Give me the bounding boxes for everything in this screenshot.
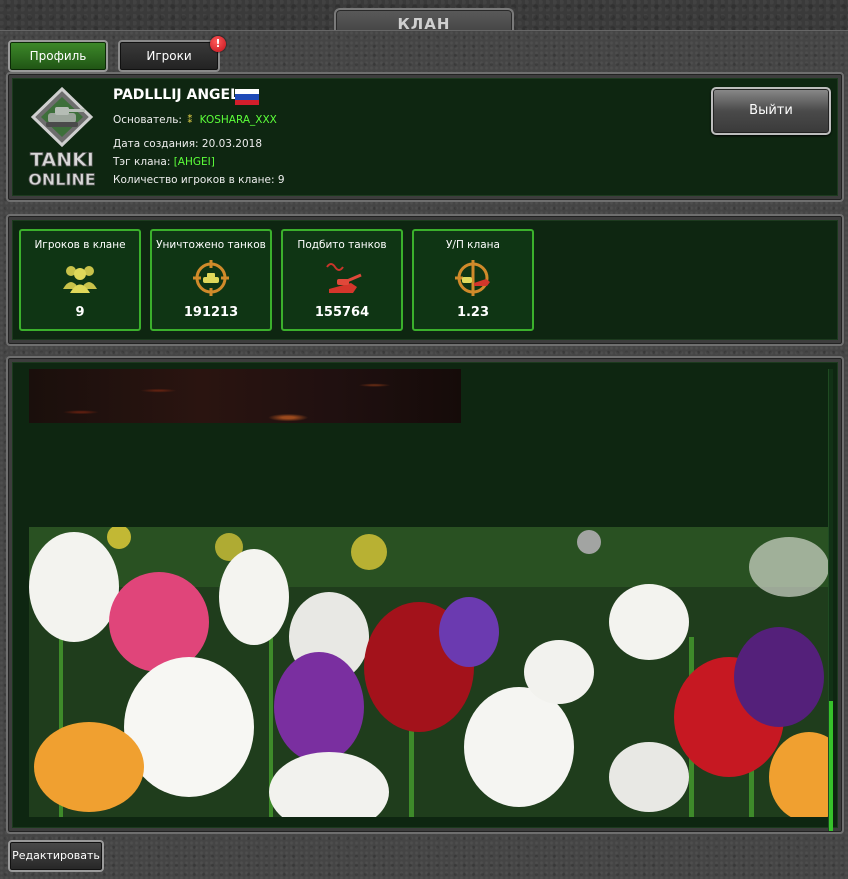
- tab-players[interactable]: Игроки: [118, 40, 220, 72]
- created-row: Дата создания: 20.03.2018: [113, 138, 262, 150]
- founder-rank-icon: ⁑: [187, 115, 193, 126]
- clan-info-panel: TANKI ONLINE PADLLLIJ ANGEL Основатель: …: [6, 72, 844, 202]
- kill-death-ratio-icon: [452, 259, 494, 297]
- hit-tank-icon: [321, 259, 363, 297]
- description-scrollbar[interactable]: [828, 369, 833, 831]
- players-alert-badge: !: [210, 36, 226, 52]
- stat-value: 9: [75, 305, 85, 320]
- destroyed-tank-icon: [190, 259, 232, 297]
- logo-text-online: ONLINE: [28, 170, 95, 187]
- edit-button[interactable]: Редактировать: [8, 840, 104, 872]
- tulips-banner-image: [29, 527, 831, 817]
- players-count-row: Количество игроков в клане: 9: [113, 174, 285, 186]
- stat-value: 155764: [314, 305, 370, 320]
- founder-name[interactable]: KOSHARA_XXX: [200, 114, 277, 126]
- stat-value: 191213: [183, 305, 239, 320]
- clan-tag: [AHGEI]: [173, 156, 215, 168]
- tanki-online-logo: TANKI ONLINE: [21, 86, 103, 189]
- clan-stats-panel: Игроков в клане 9 Уничтожено танков 1912…: [6, 214, 844, 346]
- stat-label: Уничтожено танков: [156, 239, 266, 251]
- tag-row: Тэг клана: [AHGEI]: [113, 156, 215, 168]
- stat-card-hit: Подбито танков 155764: [281, 229, 403, 331]
- tag-label: Тэг клана:: [113, 156, 171, 168]
- stat-card-destroyed: Уничтожено танков 191213: [150, 229, 272, 331]
- fire-banner-image: [29, 369, 461, 423]
- players-icon: [59, 259, 101, 297]
- tab-profile[interactable]: Профиль: [8, 40, 108, 72]
- stat-value: 1.23: [456, 305, 490, 320]
- russia-flag-icon: [235, 89, 259, 105]
- clan-banner-panel: [6, 356, 844, 834]
- logo-text-tanki: TANKI: [30, 149, 94, 171]
- stat-card-kd: У/П клана 1.23: [412, 229, 534, 331]
- stat-label: Подбито танков: [297, 239, 387, 251]
- scrollbar-thumb[interactable]: [829, 701, 833, 831]
- founder-row: Основатель: ⁑ KOSHARA_XXX: [113, 114, 277, 126]
- stat-card-players: Игроков в клане 9: [19, 229, 141, 331]
- players-count: 9: [277, 174, 285, 186]
- clan-name: PADLLLIJ ANGEL: [113, 87, 240, 103]
- created-label: Дата создания:: [113, 138, 199, 150]
- exit-button[interactable]: Выйти: [711, 87, 831, 135]
- stat-label: Игроков в клане: [34, 239, 126, 251]
- players-count-label: Количество игроков в клане:: [113, 174, 275, 186]
- stat-label: У/П клана: [446, 239, 500, 251]
- created-date: 20.03.2018: [201, 138, 263, 150]
- founder-label: Основатель:: [113, 114, 182, 126]
